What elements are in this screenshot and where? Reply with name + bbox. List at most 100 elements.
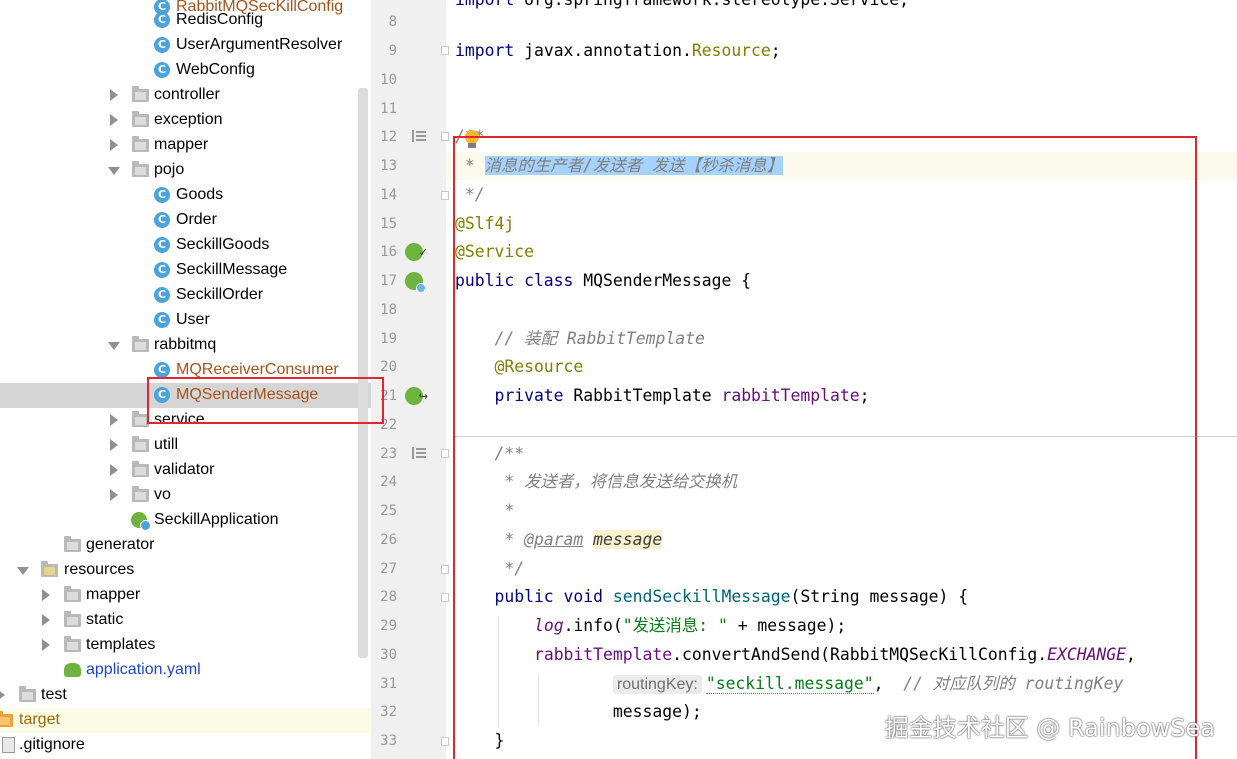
- class-icon: C: [154, 287, 170, 303]
- line-number: 13: [380, 158, 397, 174]
- tree-item-seckillmessage[interactable]: C SeckillMessage: [0, 258, 371, 283]
- folder-icon: [19, 686, 36, 702]
- tree-item-gitignore[interactable]: .gitignore: [0, 733, 371, 758]
- chevron-right-icon[interactable]: [110, 139, 118, 151]
- tree-item-mqreceiverconsumer[interactable]: C MQReceiverConsumer: [0, 358, 371, 383]
- chevron-right-icon[interactable]: [110, 114, 118, 126]
- tree-item-webconfig[interactable]: C WebConfig: [0, 58, 371, 83]
- tree-item-rabbitmq[interactable]: rabbitmq: [0, 333, 371, 358]
- tree-item-pojo[interactable]: pojo: [0, 158, 371, 183]
- tree-item-validator[interactable]: validator: [0, 458, 371, 483]
- tree-item-resources-mapper[interactable]: mapper: [0, 583, 371, 608]
- tree-item-generator[interactable]: generator: [0, 533, 371, 558]
- excluded-folder-icon: [0, 711, 13, 727]
- tree-item-exception[interactable]: exception: [0, 108, 371, 133]
- class-icon: C: [154, 237, 170, 253]
- javadoc-render-icon[interactable]: [412, 447, 426, 459]
- tree-item-label: generator: [86, 536, 155, 553]
- line-number: 28: [380, 589, 397, 605]
- chevron-right-icon[interactable]: [42, 639, 50, 651]
- tree-item-user[interactable]: C User: [0, 308, 371, 333]
- tree-item-label: static: [86, 611, 124, 628]
- tree-item-label: MQSenderMessage: [176, 386, 319, 403]
- class-icon: C: [154, 212, 170, 228]
- tree-item-label: RedisConfig: [176, 11, 264, 28]
- tree-item-static[interactable]: static: [0, 608, 371, 633]
- chevron-right-icon[interactable]: [110, 464, 118, 476]
- code-line-26: * @param message: [455, 530, 663, 549]
- code-line-9: import javax.annotation.Resource;: [455, 41, 781, 60]
- fold-marker[interactable]: [441, 191, 449, 200]
- tree-item-label: WebConfig: [176, 61, 255, 78]
- tree-item-controller[interactable]: controller: [0, 83, 371, 108]
- class-icon: C: [154, 12, 170, 28]
- tree-item-seckillapplication[interactable]: SeckillApplication: [0, 508, 371, 533]
- code-line-21: private RabbitTemplate rabbitTemplate;: [455, 386, 870, 405]
- folder-icon: [132, 411, 149, 427]
- fold-marker[interactable]: [441, 132, 449, 141]
- tree-item-goods[interactable]: C Goods: [0, 183, 371, 208]
- chevron-down-icon[interactable]: [17, 567, 29, 575]
- autowired-navigate-icon[interactable]: ↪: [405, 387, 428, 405]
- folder-icon: [132, 86, 149, 102]
- tree-item-application-yaml[interactable]: application.yaml: [0, 658, 371, 683]
- tree-item-order[interactable]: C Order: [0, 208, 371, 233]
- fold-marker[interactable]: [441, 46, 449, 55]
- line-number: 32: [380, 704, 397, 720]
- tree-item-userargumentresolver[interactable]: C UserArgumentResolver: [0, 33, 371, 58]
- code-line-7: import org.springframework.stereotype.Se…: [455, 0, 909, 10]
- chevron-right-icon[interactable]: [110, 489, 118, 501]
- spring-bean-icon[interactable]: [405, 272, 426, 293]
- resources-folder-icon: [41, 561, 58, 577]
- spring-yaml-icon: [64, 663, 81, 677]
- chevron-right-icon[interactable]: [0, 689, 5, 701]
- tree-item-label: MQReceiverConsumer: [176, 361, 339, 378]
- line-number: 25: [380, 503, 397, 519]
- tree-item-test[interactable]: test: [0, 683, 371, 708]
- tree-scrollbar[interactable]: [358, 88, 368, 658]
- tree-item-redisconfig[interactable]: C RedisConfig: [0, 8, 371, 33]
- tree-item-mqsendermessage[interactable]: C MQSenderMessage: [0, 383, 371, 408]
- fold-marker[interactable]: [441, 737, 449, 746]
- fold-marker[interactable]: [441, 565, 449, 574]
- tree-item-seckillgoods[interactable]: C SeckillGoods: [0, 233, 371, 258]
- tree-item-label: Order: [176, 211, 217, 228]
- code-line-30: rabbitTemplate.convertAndSend(RabbitMQSe…: [533, 645, 1136, 664]
- chevron-down-icon[interactable]: [108, 167, 120, 175]
- chevron-right-icon[interactable]: [42, 589, 50, 601]
- tree-item-vo[interactable]: vo: [0, 483, 371, 508]
- tree-item-label: validator: [154, 461, 215, 478]
- tree-item-label: SeckillGoods: [176, 236, 270, 253]
- chevron-right-icon[interactable]: [42, 614, 50, 626]
- class-icon: C: [154, 312, 170, 328]
- tree-item-seckillorder[interactable]: C SeckillOrder: [0, 283, 371, 308]
- tree-item-label: vo: [154, 486, 171, 503]
- tree-item-label: application.yaml: [86, 661, 201, 678]
- tree-item-label: exception: [154, 111, 223, 128]
- tree-item-mapper[interactable]: mapper: [0, 133, 371, 158]
- tree-item-service[interactable]: service: [0, 408, 371, 433]
- folder-icon: [132, 486, 149, 502]
- chevron-right-icon[interactable]: [110, 414, 118, 426]
- line-number: 19: [380, 331, 397, 347]
- class-icon: C: [154, 37, 170, 53]
- javadoc-render-icon[interactable]: [412, 130, 426, 142]
- tree-item-utill[interactable]: utill: [0, 433, 371, 458]
- tree-item-target[interactable]: target: [0, 708, 371, 733]
- fold-marker[interactable]: [441, 449, 449, 458]
- chevron-down-icon[interactable]: [108, 342, 120, 350]
- spring-bean-icon[interactable]: ✓: [405, 243, 428, 261]
- selected-text[interactable]: 消息的生产者/发送者 发送【秒杀消息】: [484, 156, 783, 175]
- chevron-right-icon[interactable]: [110, 89, 118, 101]
- tree-item-label: pojo: [154, 161, 185, 178]
- tree-item-resources[interactable]: resources: [0, 558, 371, 583]
- chevron-right-icon[interactable]: [110, 439, 118, 451]
- fold-marker[interactable]: [441, 593, 449, 602]
- lightbulb-intention-icon[interactable]: [464, 130, 480, 150]
- tree-item-label: rabbitmq: [154, 336, 217, 353]
- spring-boot-icon: [131, 512, 151, 531]
- check-icon: ✓: [418, 247, 428, 259]
- tree-item-templates[interactable]: templates: [0, 633, 371, 658]
- folder-icon: [132, 436, 149, 452]
- project-tree: C RabbitMQSecKillConfig C RedisConfig C …: [0, 0, 371, 759]
